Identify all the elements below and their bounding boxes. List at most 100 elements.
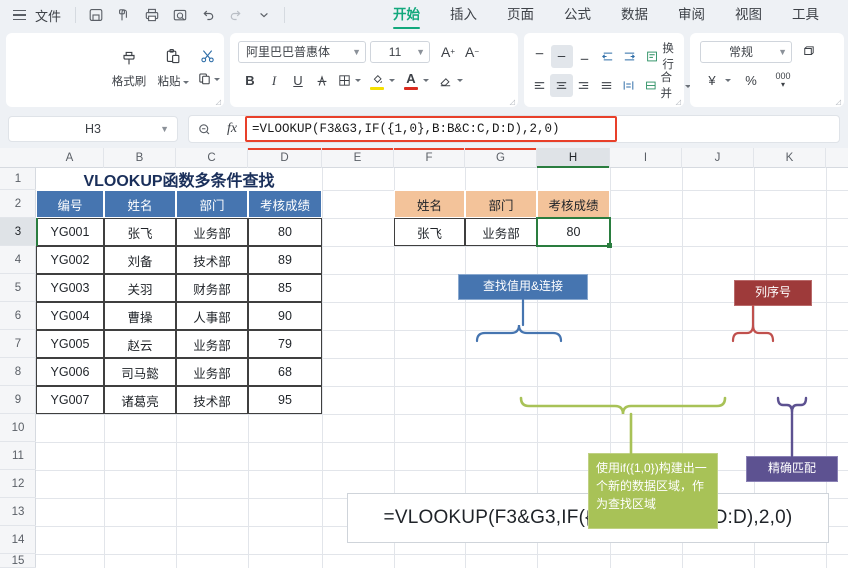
column-header-H[interactable]: H	[537, 148, 610, 168]
decrease-font-size-button[interactable]: A −	[460, 40, 484, 63]
table-cell[interactable]: 技术部	[176, 246, 248, 274]
format-table-button[interactable]	[796, 40, 820, 63]
print-icon[interactable]	[139, 2, 165, 28]
chevron-down-icon[interactable]: ▼	[412, 47, 425, 57]
table-cell[interactable]: 95	[248, 386, 322, 414]
lookup-cell-1[interactable]: 业务部	[465, 218, 537, 246]
table-header-3[interactable]: 考核成绩	[248, 190, 322, 218]
align-bottom-button[interactable]	[573, 45, 596, 68]
tab-formula[interactable]: 公式	[549, 0, 606, 30]
increase-indent-button[interactable]	[619, 45, 642, 68]
column-header-D[interactable]: D	[248, 148, 322, 168]
callout-exact-match[interactable]: 精确匹配	[746, 456, 838, 482]
align-top-button[interactable]	[528, 45, 551, 68]
row-header-9[interactable]: 9	[0, 386, 36, 414]
tab-tools[interactable]: 工具	[777, 0, 834, 30]
zoom-out-icon[interactable]	[189, 122, 219, 137]
fill-color-dropdown[interactable]	[388, 79, 395, 82]
sheet-title-cell[interactable]: VLOOKUP函数多条件查找	[36, 168, 322, 190]
tab-page[interactable]: 页面	[492, 0, 549, 30]
thousands-separator-button[interactable]: 000 ▾	[771, 69, 795, 92]
column-header-I[interactable]: I	[610, 148, 682, 168]
table-cell[interactable]: YG006	[36, 358, 104, 386]
tab-review[interactable]: 审阅	[663, 0, 720, 30]
table-cell[interactable]: 79	[248, 330, 322, 358]
table-cell[interactable]: 张飞	[104, 218, 176, 246]
number-dialog-launcher[interactable]: ◿	[836, 98, 841, 106]
underline-button[interactable]: U	[286, 69, 310, 92]
column-header-F[interactable]: F	[394, 148, 465, 168]
callout-lookup-value[interactable]: 查找值用&连接	[458, 274, 588, 300]
row-header-3[interactable]: 3	[0, 218, 36, 246]
percent-button[interactable]: %	[739, 69, 763, 92]
alignment-dialog-launcher[interactable]: ◿	[676, 98, 681, 106]
column-header-A[interactable]: A	[36, 148, 104, 168]
insert-function-icon[interactable]: fx	[219, 121, 245, 137]
chevron-down-icon[interactable]	[213, 78, 220, 81]
increase-font-size-button[interactable]: A +	[436, 40, 460, 63]
row-header-12[interactable]: 12	[0, 470, 36, 498]
font-color-dropdown[interactable]	[422, 79, 429, 82]
table-cell[interactable]: 68	[248, 358, 322, 386]
row-header-7[interactable]: 7	[0, 330, 36, 358]
font-color-button[interactable]: A	[400, 69, 422, 92]
active-cell-selection[interactable]	[536, 217, 612, 248]
tab-insert[interactable]: 插入	[435, 0, 492, 30]
lookup-header-2[interactable]: 考核成绩	[537, 190, 610, 218]
row-header-15[interactable]: 15	[0, 554, 36, 568]
chevron-down-icon[interactable]: ▼	[348, 47, 361, 57]
table-cell[interactable]: 80	[248, 218, 322, 246]
currency-dropdown[interactable]	[724, 79, 731, 82]
table-cell[interactable]: YG002	[36, 246, 104, 274]
table-cell[interactable]: 业务部	[176, 218, 248, 246]
column-header-J[interactable]: J	[682, 148, 754, 168]
table-cell[interactable]: 89	[248, 246, 322, 274]
table-cell[interactable]: YG005	[36, 330, 104, 358]
table-header-0[interactable]: 编号	[36, 190, 104, 218]
align-center-button[interactable]	[550, 73, 573, 97]
row-header-2[interactable]: 2	[0, 190, 36, 218]
table-cell[interactable]: 业务部	[176, 330, 248, 358]
borders-dropdown[interactable]	[354, 79, 361, 82]
cut-copy-button[interactable]	[188, 38, 228, 100]
table-cell[interactable]: YG001	[36, 218, 104, 246]
number-format-select[interactable]: 常规 ▼	[700, 40, 792, 63]
decrease-indent-button[interactable]	[596, 45, 619, 68]
table-cell[interactable]: 财务部	[176, 274, 248, 302]
column-header-B[interactable]: B	[104, 148, 176, 168]
chevron-down-icon[interactable]: ▼	[774, 47, 787, 57]
wrap-text-button[interactable]: 换行	[645, 40, 684, 72]
tab-home[interactable]: 开始	[378, 0, 435, 30]
lookup-cell-0[interactable]: 张飞	[394, 218, 465, 246]
align-middle-button[interactable]	[550, 44, 574, 68]
callout-column-index[interactable]: 列序号	[734, 280, 812, 306]
table-cell[interactable]: 曹操	[104, 302, 176, 330]
table-cell[interactable]: 85	[248, 274, 322, 302]
table-cell[interactable]: YG004	[36, 302, 104, 330]
name-box[interactable]: H3 ▼	[8, 116, 178, 142]
row-header-1[interactable]: 1	[0, 168, 36, 190]
row-header-14[interactable]: 14	[0, 526, 36, 554]
undo-icon[interactable]	[195, 2, 221, 28]
merge-cells-button[interactable]: 合并	[644, 69, 691, 101]
table-cell[interactable]: YG003	[36, 274, 104, 302]
file-menu-button[interactable]: 文件	[32, 6, 68, 25]
clear-format-dropdown[interactable]	[456, 79, 463, 82]
font-dialog-launcher[interactable]: ◿	[510, 98, 515, 106]
row-header-10[interactable]: 10	[0, 414, 36, 442]
currency-button[interactable]: ¥	[700, 69, 724, 92]
table-header-2[interactable]: 部门	[176, 190, 248, 218]
row-header-13[interactable]: 13	[0, 498, 36, 526]
row-header-6[interactable]: 6	[0, 302, 36, 330]
table-cell[interactable]: 技术部	[176, 386, 248, 414]
table-cell[interactable]: 关羽	[104, 274, 176, 302]
chevron-down-icon[interactable]: ▼	[160, 124, 169, 134]
table-cell[interactable]: 人事部	[176, 302, 248, 330]
row-header-11[interactable]: 11	[0, 442, 36, 470]
row-header-8[interactable]: 8	[0, 358, 36, 386]
font-size-select[interactable]: 11 ▼	[370, 40, 430, 63]
table-cell[interactable]: 90	[248, 302, 322, 330]
column-header-E[interactable]: E	[322, 148, 394, 168]
lookup-header-1[interactable]: 部门	[465, 190, 537, 218]
justify-button[interactable]	[595, 74, 617, 97]
